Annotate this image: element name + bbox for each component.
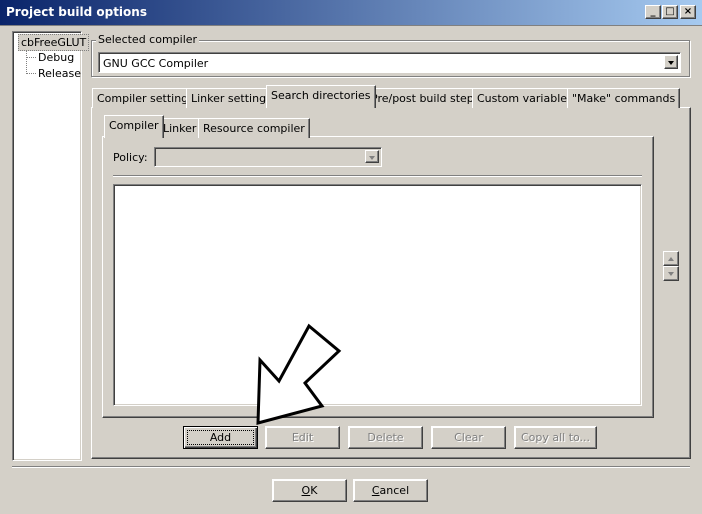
- ok-mnemonic: O: [301, 484, 311, 497]
- tree-item-release[interactable]: Release: [38, 67, 81, 80]
- tree-line: [26, 50, 27, 74]
- cancel-label: ancel: [379, 484, 410, 497]
- copy-all-button[interactable]: Copy all to...: [514, 426, 597, 449]
- subtab-linker[interactable]: Linker: [158, 118, 202, 138]
- subtab-resource-compiler[interactable]: Resource compiler: [198, 118, 310, 138]
- pointer-arrow-annotation: [256, 323, 342, 425]
- tab-pre-post-build[interactable]: Pre/post build steps: [366, 88, 485, 108]
- directory-list[interactable]: [113, 184, 642, 406]
- maximize-button[interactable]: □: [662, 5, 678, 19]
- close-button[interactable]: ×: [680, 5, 696, 19]
- chevron-down-icon[interactable]: [365, 150, 379, 163]
- tree-item-root[interactable]: cbFreeGLUT: [18, 34, 90, 51]
- tab-search-directories[interactable]: Search directories: [266, 85, 376, 108]
- target-tree[interactable]: [12, 31, 82, 461]
- tree-line: [27, 57, 36, 58]
- compiler-select[interactable]: GNU GCC Compiler: [98, 52, 681, 73]
- ok-button[interactable]: OK: [272, 479, 347, 502]
- tree-line: [27, 73, 36, 74]
- cancel-mnemonic: C: [371, 484, 380, 497]
- arrow-up-icon: [668, 257, 674, 261]
- delete-button[interactable]: Delete: [348, 426, 423, 449]
- separator: [113, 175, 642, 177]
- ok-label: K: [310, 484, 318, 497]
- chevron-down-icon[interactable]: [664, 55, 678, 69]
- arrow-down-icon: [668, 272, 674, 276]
- tab-custom-variables[interactable]: Custom variables: [472, 88, 578, 108]
- compiler-group-label: Selected compiler: [96, 33, 200, 46]
- move-down-button[interactable]: [663, 266, 679, 281]
- tab-linker-settings[interactable]: Linker settings: [186, 88, 277, 108]
- minimize-button[interactable]: _: [645, 5, 661, 19]
- policy-select[interactable]: [154, 147, 382, 167]
- separator: [12, 466, 690, 468]
- tab-compiler-settings[interactable]: Compiler settings: [92, 88, 199, 108]
- subtab-compiler[interactable]: Compiler: [104, 115, 164, 138]
- tree-item-debug[interactable]: Debug: [38, 51, 74, 64]
- add-button[interactable]: Add: [183, 426, 258, 449]
- compiler-select-value: GNU GCC Compiler: [103, 57, 209, 70]
- cancel-button[interactable]: Cancel: [353, 479, 428, 502]
- move-up-button[interactable]: [663, 251, 679, 266]
- tab-make-commands[interactable]: "Make" commands: [567, 88, 681, 108]
- policy-label: Policy:: [113, 151, 148, 164]
- clear-button[interactable]: Clear: [431, 426, 506, 449]
- window-title: Project build options: [6, 5, 147, 19]
